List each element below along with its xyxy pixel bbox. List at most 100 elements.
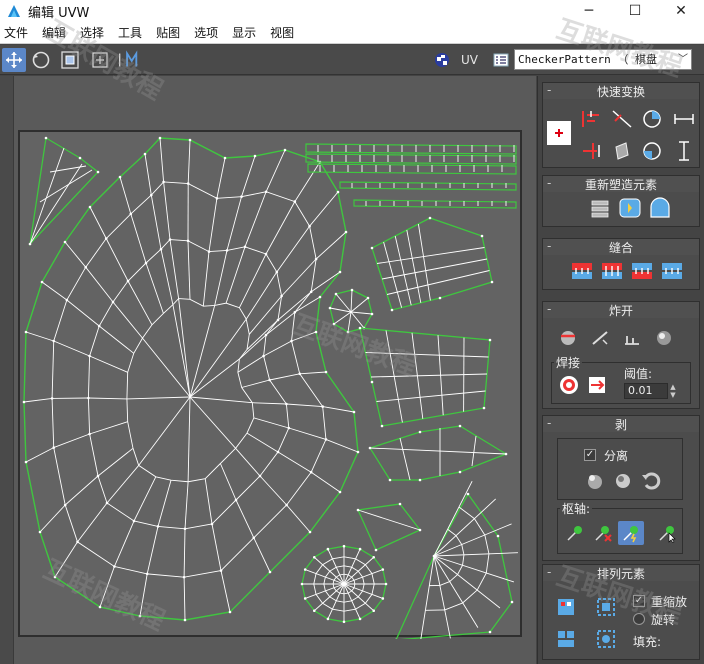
pin-options-icon[interactable] — [654, 521, 680, 545]
rollout-reshape-header[interactable]: - 重新塑造元素 — [543, 176, 699, 192]
uv-edge — [187, 240, 191, 300]
uv-vertex — [290, 339, 293, 343]
peel-mode-icon[interactable] — [610, 469, 636, 493]
menu-file[interactable]: 文件 — [0, 22, 35, 44]
uv-vertex — [344, 230, 348, 234]
rotate-90-ccw-icon[interactable] — [639, 139, 665, 163]
rollout-arrange-header[interactable]: - 排列元素 — [543, 565, 699, 581]
menu-display[interactable]: 显示 — [225, 22, 263, 44]
collapse-icon[interactable]: - — [547, 302, 551, 316]
uv-vertex — [390, 308, 394, 312]
menu-bar: 文件 编辑 选择 工具 贴图 选项 显示 视图 — [0, 22, 704, 44]
texture-select[interactable]: CheckerPattern （ 棋盘 ﹀ — [514, 49, 692, 70]
menu-options[interactable]: 选项 — [187, 22, 225, 44]
checker-icon[interactable] — [430, 48, 454, 72]
uv-edge — [310, 471, 341, 493]
reset-peel-icon[interactable] — [638, 469, 664, 493]
maximize-icon[interactable]: ☐ — [612, 0, 658, 22]
pack-custom-icon[interactable] — [593, 627, 619, 651]
relax-options-icon[interactable] — [647, 196, 673, 220]
uv-edge — [286, 504, 311, 533]
rotate-90-cw-icon[interactable] — [639, 107, 665, 131]
uv-vertex — [314, 257, 318, 261]
uv-vertex — [370, 380, 374, 384]
rotate-checkbox[interactable] — [633, 613, 645, 625]
relax-icon[interactable] — [617, 196, 643, 220]
stitch-custom-icon[interactable] — [659, 259, 685, 283]
collapse-icon[interactable]: - — [547, 239, 551, 253]
threshold-spinner-icon[interactable]: ▲ ▼ — [669, 383, 677, 399]
set-pivot-icon[interactable] — [547, 121, 571, 145]
stitch-average-icon[interactable] — [599, 259, 625, 283]
rollout-explode-header[interactable]: - 炸开 — [543, 302, 699, 318]
weld-selected-icon[interactable] — [584, 373, 610, 397]
threshold-input[interactable]: 0.01 — [624, 383, 668, 399]
menu-view[interactable]: 视图 — [263, 22, 301, 44]
uv-label[interactable]: UV — [461, 53, 478, 67]
menu-edit[interactable]: 编辑 — [35, 22, 73, 44]
rollout-stitch-header[interactable]: - 缝合 — [543, 239, 699, 255]
uv-vertex — [418, 478, 422, 482]
uv-canvas[interactable] — [18, 130, 524, 639]
align-edges-icon[interactable] — [579, 139, 605, 163]
list-icon[interactable] — [489, 48, 513, 72]
uv-vertex — [398, 502, 402, 506]
pin-icon[interactable] — [562, 521, 588, 545]
stitch-to-target-icon[interactable] — [569, 259, 595, 283]
relax-align-icon[interactable] — [609, 139, 635, 163]
uv-islands[interactable] — [20, 132, 524, 639]
flatten-icon[interactable] — [619, 326, 645, 350]
mirror-icon[interactable] — [116, 48, 140, 72]
detach-checkbox[interactable]: ✓ — [584, 449, 596, 461]
space-vertical-icon[interactable] — [671, 139, 697, 163]
menu-mapping[interactable]: 贴图 — [149, 22, 187, 44]
uv-vertex — [38, 530, 42, 534]
uv-edge — [220, 570, 231, 613]
uv-vertex — [143, 152, 147, 156]
freeform-icon[interactable] — [88, 48, 112, 72]
align-icon[interactable] — [579, 107, 605, 131]
rotate-icon[interactable] — [29, 48, 53, 72]
unpin-icon[interactable] — [590, 521, 616, 545]
uv-vertex — [496, 534, 500, 538]
stitch-source-icon[interactable] — [629, 259, 655, 283]
rescale-checkbox[interactable]: ✓ — [633, 595, 645, 607]
close-icon[interactable]: ✕ — [658, 0, 704, 22]
move-icon[interactable] — [2, 48, 26, 72]
explode-icon[interactable] — [651, 326, 677, 350]
pack-normalize-icon[interactable] — [553, 595, 579, 619]
straighten-selection-icon[interactable] — [587, 196, 613, 220]
collapse-icon[interactable]: - — [547, 176, 551, 190]
space-horizontal-icon[interactable] — [671, 107, 697, 131]
uv-edge — [433, 555, 515, 583]
group-icon[interactable] — [553, 627, 579, 651]
uv-vertex — [162, 180, 165, 184]
auto-pin-icon[interactable] — [618, 521, 644, 545]
uv-edge — [350, 289, 353, 313]
straighten-icon[interactable] — [609, 107, 635, 131]
uv-vertex — [104, 237, 108, 240]
uv-vertex — [338, 490, 342, 494]
detach-label: 分离 — [604, 449, 629, 463]
menu-tools[interactable]: 工具 — [111, 22, 149, 44]
collapse-icon[interactable]: - — [547, 565, 551, 579]
break-icon[interactable] — [555, 326, 581, 350]
menu-select[interactable]: 选择 — [73, 22, 111, 44]
rollout-peel-header[interactable]: - 剥 — [543, 416, 699, 432]
collapse-icon[interactable]: - — [547, 83, 551, 97]
uv-vertex — [372, 609, 375, 613]
minimize-icon[interactable]: ─ — [566, 0, 612, 22]
scale-icon[interactable] — [58, 48, 82, 72]
uv-viewport[interactable] — [0, 76, 536, 664]
uv-vertex — [276, 450, 280, 454]
uv-edge — [458, 506, 475, 520]
uv-edge — [64, 241, 87, 268]
rollout-explode-title: 炸开 — [608, 303, 633, 318]
uv-vertex — [342, 544, 346, 548]
quick-peel-icon[interactable] — [582, 469, 608, 493]
pack-together-icon[interactable] — [593, 595, 619, 619]
detach-edge-icon[interactable] — [587, 326, 613, 350]
target-weld-icon[interactable] — [556, 373, 582, 397]
rollout-quick-transform-header[interactable]: - 快速变换 — [543, 83, 699, 99]
collapse-icon[interactable]: - — [547, 416, 551, 430]
